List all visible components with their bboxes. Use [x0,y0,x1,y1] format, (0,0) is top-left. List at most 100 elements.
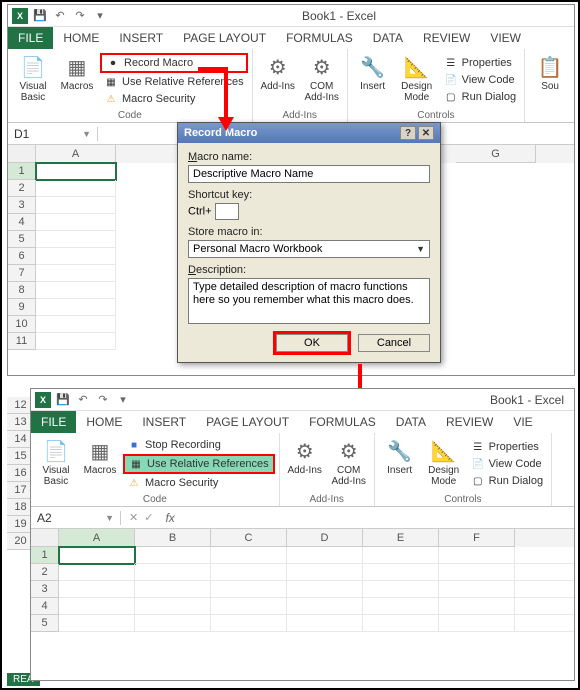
col-header[interactable]: G [456,145,536,163]
dialog-help-button[interactable]: ? [400,126,416,140]
dialog-close-button[interactable]: ✕ [418,126,434,140]
undo-icon[interactable]: ↶ [75,392,91,408]
cell[interactable] [515,581,574,598]
view-code-button[interactable]: 📄View Code [467,456,547,472]
shortcut-key-input[interactable] [215,203,239,220]
name-box[interactable]: D1▼ [8,127,98,141]
ok-button[interactable]: OK [276,334,348,352]
com-addins-button[interactable]: ⚙COM Add-Ins [328,435,370,493]
properties-button[interactable]: ☰Properties [440,55,520,71]
row-header[interactable]: 10 [8,316,36,333]
tab-view[interactable]: VIEW [480,27,531,49]
cell[interactable] [439,581,515,598]
cell[interactable] [59,564,135,581]
cell[interactable] [515,564,574,581]
cell[interactable] [36,214,116,231]
col-header[interactable]: A [36,145,116,163]
record-macro-button[interactable]: ⏺Record Macro [100,53,248,73]
com-addins-button[interactable]: ⚙COM Add-Ins [301,51,343,109]
cell[interactable] [363,581,439,598]
save-icon[interactable]: 💾 [32,8,48,24]
cancel-entry-icon[interactable]: ✕ [129,511,138,524]
tab-file[interactable]: FILE [31,411,76,433]
cell[interactable] [59,581,135,598]
cell[interactable] [135,547,211,564]
tab-home[interactable]: HOME [76,411,132,433]
cell[interactable] [287,547,363,564]
cell[interactable] [36,248,116,265]
macro-security-button[interactable]: ⚠Macro Security [123,475,275,491]
select-all-corner[interactable] [8,145,36,163]
row-header[interactable]: 9 [8,299,36,316]
cell[interactable] [135,615,211,632]
row-header[interactable]: 8 [8,282,36,299]
addins-button[interactable]: ⚙Add-Ins [257,51,299,109]
qat-dropdown-icon[interactable]: ▾ [115,392,131,408]
cell[interactable] [36,197,116,214]
tab-data[interactable]: DATA [386,411,436,433]
row-header[interactable]: 5 [8,231,36,248]
cell[interactable] [36,282,116,299]
row-header[interactable]: 2 [8,180,36,197]
row-header[interactable]: 6 [8,248,36,265]
row-header[interactable]: 3 [31,581,59,598]
col-header[interactable]: F [439,529,515,547]
cell[interactable] [287,615,363,632]
cell[interactable] [363,564,439,581]
insert-control-button[interactable]: 🔧Insert [352,51,394,109]
cell[interactable] [363,547,439,564]
redo-icon[interactable]: ↷ [95,392,111,408]
undo-icon[interactable]: ↶ [52,8,68,24]
use-relative-refs-button[interactable]: ▦Use Relative References [123,454,275,474]
tab-formulas[interactable]: FORMULAS [299,411,386,433]
use-relative-refs-button[interactable]: ▦Use Relative References [100,74,248,90]
tab-formulas[interactable]: FORMULAS [276,27,363,49]
col-header[interactable]: E [363,529,439,547]
insert-control-button[interactable]: 🔧Insert [379,435,421,493]
run-dialog-button[interactable]: ▢Run Dialog [440,89,520,105]
source-button[interactable]: 📋Sou [529,51,571,120]
cell[interactable] [36,163,116,180]
cell[interactable] [363,598,439,615]
cell[interactable] [211,615,287,632]
cell[interactable] [59,615,135,632]
cancel-button[interactable]: Cancel [358,334,430,352]
row-header[interactable]: 4 [8,214,36,231]
cell[interactable] [439,564,515,581]
cell[interactable] [36,265,116,282]
cell[interactable] [439,547,515,564]
cell[interactable] [59,547,135,564]
row-header[interactable]: 4 [31,598,59,615]
row-header[interactable]: 2 [31,564,59,581]
cell[interactable] [135,564,211,581]
cell[interactable] [36,180,116,197]
cell[interactable] [515,547,574,564]
addins-button[interactable]: ⚙Add-Ins [284,435,326,493]
cell[interactable] [515,598,574,615]
cell[interactable] [439,615,515,632]
cell[interactable] [135,598,211,615]
fx-label[interactable]: fx [161,511,178,525]
stop-recording-button[interactable]: ■Stop Recording [123,437,275,453]
properties-button[interactable]: ☰Properties [467,439,547,455]
tab-insert[interactable]: INSERT [109,27,173,49]
cell[interactable] [287,564,363,581]
save-icon[interactable]: 💾 [55,392,71,408]
cell[interactable] [287,598,363,615]
row-header[interactable]: 5 [31,615,59,632]
cell[interactable] [59,598,135,615]
name-box[interactable]: A2▼ [31,511,121,525]
col-header[interactable]: C [211,529,287,547]
design-mode-button[interactable]: 📐Design Mode [423,435,465,493]
enter-entry-icon[interactable]: ✓ [144,511,153,524]
cell[interactable] [211,564,287,581]
col-header[interactable]: B [135,529,211,547]
tab-insert[interactable]: INSERT [132,411,196,433]
row-header[interactable]: 7 [8,265,36,282]
view-code-button[interactable]: 📄View Code [440,72,520,88]
cell[interactable] [36,333,116,350]
cell[interactable] [287,581,363,598]
redo-icon[interactable]: ↷ [72,8,88,24]
tab-data[interactable]: DATA [363,27,413,49]
macro-name-input[interactable]: Descriptive Macro Name [188,165,430,183]
